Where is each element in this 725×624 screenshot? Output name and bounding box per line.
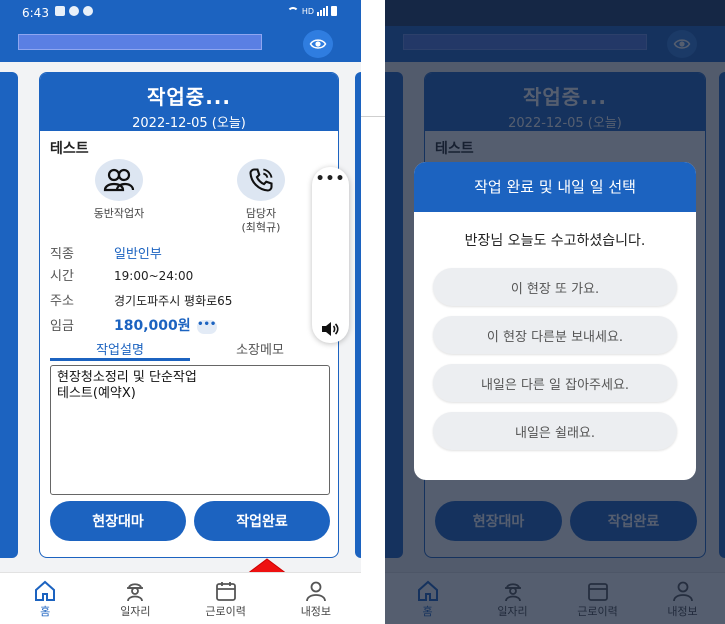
next-card-peek[interactable] <box>355 72 361 558</box>
address-key: 주소 <box>50 294 74 309</box>
category-key: 직종 <box>50 247 74 262</box>
home-icon <box>35 580 56 601</box>
nav-home[interactable]: 홈 <box>0 573 90 624</box>
manager-name: (최혁규) <box>241 221 281 234</box>
message-icon <box>55 6 65 16</box>
calendar-icon <box>215 582 236 601</box>
status-indicators: HD <box>286 6 337 16</box>
app-icon <box>69 6 79 16</box>
info-row-address: 주소 경기도파주시 평화로65 <box>50 290 232 309</box>
divider-line <box>361 116 385 117</box>
person-icon <box>305 581 326 602</box>
phone-screen-working: 6:43 HD 작업중... 2022-12-05 (오늘) 테스트 동반작업자… <box>0 0 361 624</box>
option-same-site-again[interactable]: 이 현장 또 가요. <box>433 268 677 306</box>
battery-icon <box>331 6 337 16</box>
manager-label: 담당자 <box>245 207 277 220</box>
option-send-someone-else[interactable]: 이 현장 다른분 보내세요. <box>433 316 677 354</box>
job-card-header: 작업중... 2022-12-05 (오늘) <box>40 73 338 131</box>
prev-card-peek[interactable] <box>0 72 18 558</box>
job-card: 작업중... 2022-12-05 (오늘) 테스트 동반작업자 담당자 (최혁… <box>39 72 339 558</box>
nav-home-label: 홈 <box>40 605 51 618</box>
screenshot-canvas: 6:43 HD 작업중... 2022-12-05 (오늘) 테스트 동반작업자… <box>0 0 725 624</box>
status-bar: 6:43 HD <box>0 0 361 26</box>
network-label: HD <box>301 6 314 16</box>
view-toggle-button[interactable] <box>303 30 333 58</box>
address-value: 경기도파주시 평화로65 <box>114 294 233 308</box>
nav-my-info-label: 내정보 <box>300 605 332 618</box>
coworkers-icon <box>95 159 143 201</box>
chat-icon <box>83 6 93 16</box>
app-header <box>0 26 361 62</box>
manager-contact[interactable]: 담당자 (최혁규) <box>206 159 316 235</box>
bottom-navigation: 홈 일자리 근로이력 내정보 <box>0 572 361 624</box>
more-options-icon[interactable]: ••• <box>312 171 349 187</box>
nav-my-info[interactable]: 내정보 <box>271 573 361 624</box>
info-row-wage: 임금 180,000원 ••• <box>50 315 217 335</box>
phone-screen-complete-modal: 작업중... 2022-12-05 (오늘) 테스트 현장대마 작업완료 홈 일… <box>385 0 725 624</box>
wifi-icon <box>286 6 299 16</box>
job-name: 테스트 <box>50 141 89 157</box>
option-rest-tomorrow[interactable]: 내일은 쉴래요. <box>433 412 677 450</box>
phone-call-icon <box>237 159 285 201</box>
job-status: 작업중... <box>147 85 231 109</box>
status-time: 6:43 <box>22 6 49 20</box>
modal-title: 작업 완료 및 내일 일 선택 <box>414 162 696 212</box>
speaker-icon[interactable] <box>320 321 340 337</box>
floating-accessibility-panel[interactable]: ••• <box>312 167 349 343</box>
nav-jobs-label: 일자리 <box>120 605 151 618</box>
nav-jobs[interactable]: 일자리 <box>90 573 180 624</box>
coworker-contact[interactable]: 동반작업자 <box>64 159 174 221</box>
info-row-category: 직종 일반인부 <box>50 243 162 262</box>
nav-history-label: 근로이력 <box>205 605 246 618</box>
complete-modal: 작업 완료 및 내일 일 선택 반장님 오늘도 수고하셨습니다. 이 현장 또 … <box>414 162 696 480</box>
time-key: 시간 <box>50 269 74 284</box>
coworker-label: 동반작업자 <box>93 207 145 220</box>
option-other-job-tomorrow[interactable]: 내일은 다른 일 잡아주세요. <box>433 364 677 402</box>
detail-tabs: 작업설명 소장메모 <box>50 337 330 361</box>
wage-more-button[interactable]: ••• <box>196 319 217 334</box>
worker-icon <box>127 583 144 602</box>
wage-key: 임금 <box>50 319 74 334</box>
modal-message: 반장님 오늘도 수고하셨습니다. <box>464 233 646 249</box>
job-date: 2022-12-05 (오늘) <box>132 116 246 131</box>
wage-value: 180,000원 <box>114 318 191 334</box>
tab-manager-memo[interactable]: 소장메모 <box>190 337 330 361</box>
redacted-title <box>18 34 262 50</box>
nav-history[interactable]: 근로이력 <box>181 573 271 624</box>
info-row-time: 시간 19:00~24:00 <box>50 265 193 284</box>
category-value: 일반인부 <box>114 247 162 262</box>
work-description-text[interactable]: 현장청소정리 및 단순작업 테스트(예약X) <box>50 365 330 495</box>
tab-work-description[interactable]: 작업설명 <box>50 337 190 361</box>
absent-button[interactable]: 현장대마 <box>50 501 186 541</box>
notification-icons <box>55 6 93 16</box>
eye-icon <box>309 39 327 49</box>
time-value: 19:00~24:00 <box>114 269 194 283</box>
signal-icon <box>317 6 328 16</box>
action-buttons: 현장대마 작업완료 <box>50 501 330 541</box>
complete-button[interactable]: 작업완료 <box>194 501 330 541</box>
